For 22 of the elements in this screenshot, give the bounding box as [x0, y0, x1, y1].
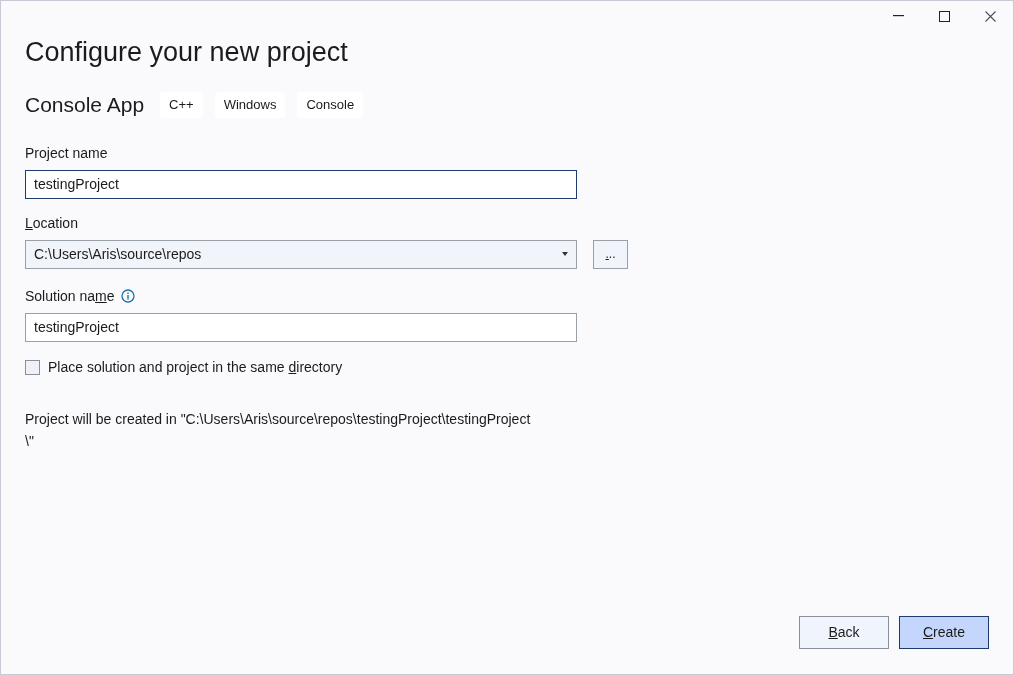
- secondary-button[interactable]: Back: [799, 616, 889, 649]
- tag: Console: [297, 92, 364, 118]
- solution-name-field[interactable]: testingProject: [25, 312, 577, 342]
- browse-button[interactable]: ...: [593, 239, 628, 269]
- tag: Windows: [214, 92, 286, 118]
- maximize-icon: [938, 10, 950, 22]
- info-text: Project will be created in "C:\Users\Aris\source\repos\testingProject\testingProject \": [25, 409, 532, 451]
- minimize-icon: [892, 15, 904, 17]
- field-label: Location: [25, 213, 79, 233]
- template-name: Console App: [25, 92, 145, 118]
- tag: C++: [160, 92, 203, 118]
- close-icon: [984, 10, 996, 22]
- checkbox[interactable]: [25, 359, 40, 375]
- project-name-field[interactable]: testingProject: [25, 169, 577, 199]
- field-label: Solution name: [25, 286, 115, 306]
- field-label: Project name: [25, 143, 109, 163]
- primary-button[interactable]: Create: [899, 616, 989, 649]
- checkbox-label: Place solution and project in the same directory: [48, 357, 343, 377]
- info-icon[interactable]: [120, 289, 135, 303]
- page-title: Configure your new project: [25, 36, 349, 69]
- location-dropdown[interactable]: C:\Users\Aris\source\repos: [25, 239, 577, 269]
- caret-icon: [562, 252, 568, 256]
